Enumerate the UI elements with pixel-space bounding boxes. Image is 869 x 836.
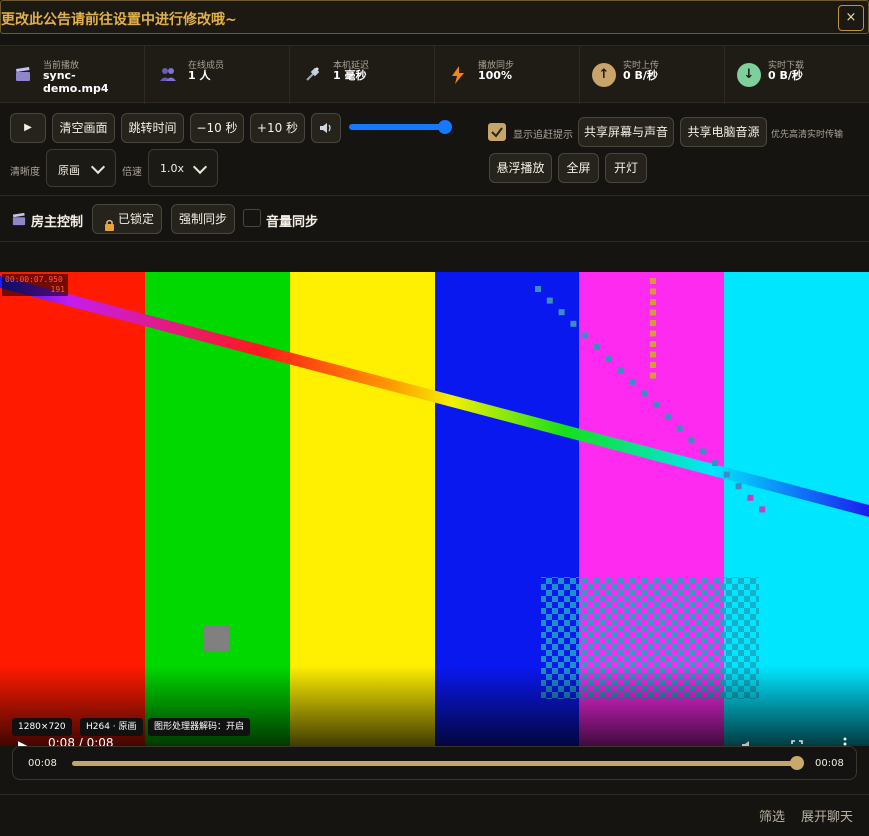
volume-button[interactable] [311,113,341,143]
player-fullscreen-icon[interactable] [791,737,803,746]
stat-latency: 本机延迟 1 毫秒 [290,46,435,104]
quality-select[interactable]: 原画 [46,149,116,187]
expand-chat-button[interactable]: 展开聊天 [801,806,853,825]
share-audio-button[interactable]: 共享电脑音源 [680,117,767,147]
stat-value: 0 B/秒 [768,69,803,82]
announcement-bar: 更改此公告请前往设置中进行修改哦~ × [0,0,869,34]
timecode-overlay: 00:00:07.950 191 [2,274,68,296]
rewind-10-button[interactable]: −10 秒 [190,113,244,143]
more-options-icon[interactable] [843,736,847,746]
host-control-title: 房主控制 [31,215,84,230]
progress-current-time: 00:08 [28,758,57,769]
lightning-icon [449,66,467,84]
stat-sync: 播放同步 100% [435,46,580,104]
check-icon [491,127,503,138]
volume-sync-checkbox[interactable] [243,209,261,227]
gray-square [204,626,230,652]
clapperboard-icon [14,66,32,84]
rainbow-stripe [0,276,869,517]
progress-fill [72,761,797,766]
speaker-icon [319,123,333,137]
play-button[interactable]: ▶ [10,113,46,143]
volume-sync-label: 音量同步 [266,215,319,230]
users-icon [159,66,177,84]
stat-download: ↓ 实时下载 0 B/秒 [725,46,869,104]
stat-value: 0 B/秒 [623,69,658,82]
progress-total-time: 00:08 [815,758,844,769]
stat-online-members: 在线成员 1 人 [145,46,290,104]
hd-transfer-hint: 优先高清实时传输 [771,130,844,140]
quality-label: 清晰度 [10,167,40,178]
divider [0,241,869,242]
chevron-down-icon [192,159,208,175]
fullscreen-button[interactable]: 全屏 [558,153,599,183]
speed-label: 倍速 [122,167,142,178]
satellite-icon [304,66,322,84]
resolution-chip: 1280×720 [12,718,72,736]
progress-track[interactable] [72,756,804,770]
stat-upload: ↑ 实时上传 0 B/秒 [580,46,725,104]
lock-icon [104,213,115,241]
forward-10-button[interactable]: +10 秒 [250,113,305,143]
force-sync-button[interactable]: 强制同步 [171,204,235,234]
show-catchup-checkbox[interactable] [488,123,506,141]
stat-value: 100% [478,69,512,82]
player-volume-icon[interactable] [740,737,756,746]
show-catchup-label: 显示追赶提示 [513,130,573,141]
speed-select[interactable]: 1.0x [148,149,218,187]
light-toggle-button[interactable]: 开灯 [605,153,647,183]
frame-number: 191 [50,285,65,294]
speed-value: 1.0x [160,162,185,175]
progress-thumb[interactable] [790,756,804,770]
stat-now-playing: 当前播放 sync- demo.mp4 [0,46,145,104]
video-player[interactable]: 00:00:07.950 191 1280×720 H264 · 原画 图形处理… [0,272,869,746]
upload-arrow-icon: ↑ [592,63,616,87]
filter-button[interactable]: 筛选 [759,806,785,825]
volume-slider[interactable] [349,120,452,134]
divider [0,794,869,795]
stat-value: 1 人 [188,69,211,82]
announcement-close-button[interactable]: × [838,5,864,31]
hw-decode-chip: 图形处理器解码：开启 [148,718,251,736]
divider [0,195,869,196]
stat-value: sync- demo.mp4 [43,69,109,95]
progress-bar: 00:08 00:08 [12,746,857,780]
player-play-icon[interactable]: ▶ [18,738,27,746]
announcement-text: 更改此公告请前往设置中进行修改哦~ [1,12,237,28]
app-root: 更改此公告请前往设置中进行修改哦~ × 当前播放 sync- demo.mp4 … [0,0,869,836]
float-play-button[interactable]: 悬浮播放 [489,153,552,183]
download-arrow-icon: ↓ [737,63,761,87]
codec-chip: H264 · 原画 [80,718,143,736]
clapperboard-icon [12,211,26,230]
timecode-text: 00:00:07.950 [5,275,63,284]
seek-time-button[interactable]: 跳转时间 [121,113,184,143]
locked-label: 已锁定 [117,212,154,226]
quality-value: 原画 [58,164,80,177]
locked-button[interactable]: 已锁定 [92,204,162,234]
share-screen-button[interactable]: 共享屏幕与声音 [578,117,674,147]
clear-screen-button[interactable]: 清空画面 [52,113,115,143]
stat-value: 1 毫秒 [333,69,367,82]
chevron-down-icon [90,159,106,175]
player-time: 0:08 / 0:08 [48,736,114,746]
stats-bar: 当前播放 sync- demo.mp4 在线成员 1 人 本机延迟 1 毫秒 播… [0,45,869,104]
